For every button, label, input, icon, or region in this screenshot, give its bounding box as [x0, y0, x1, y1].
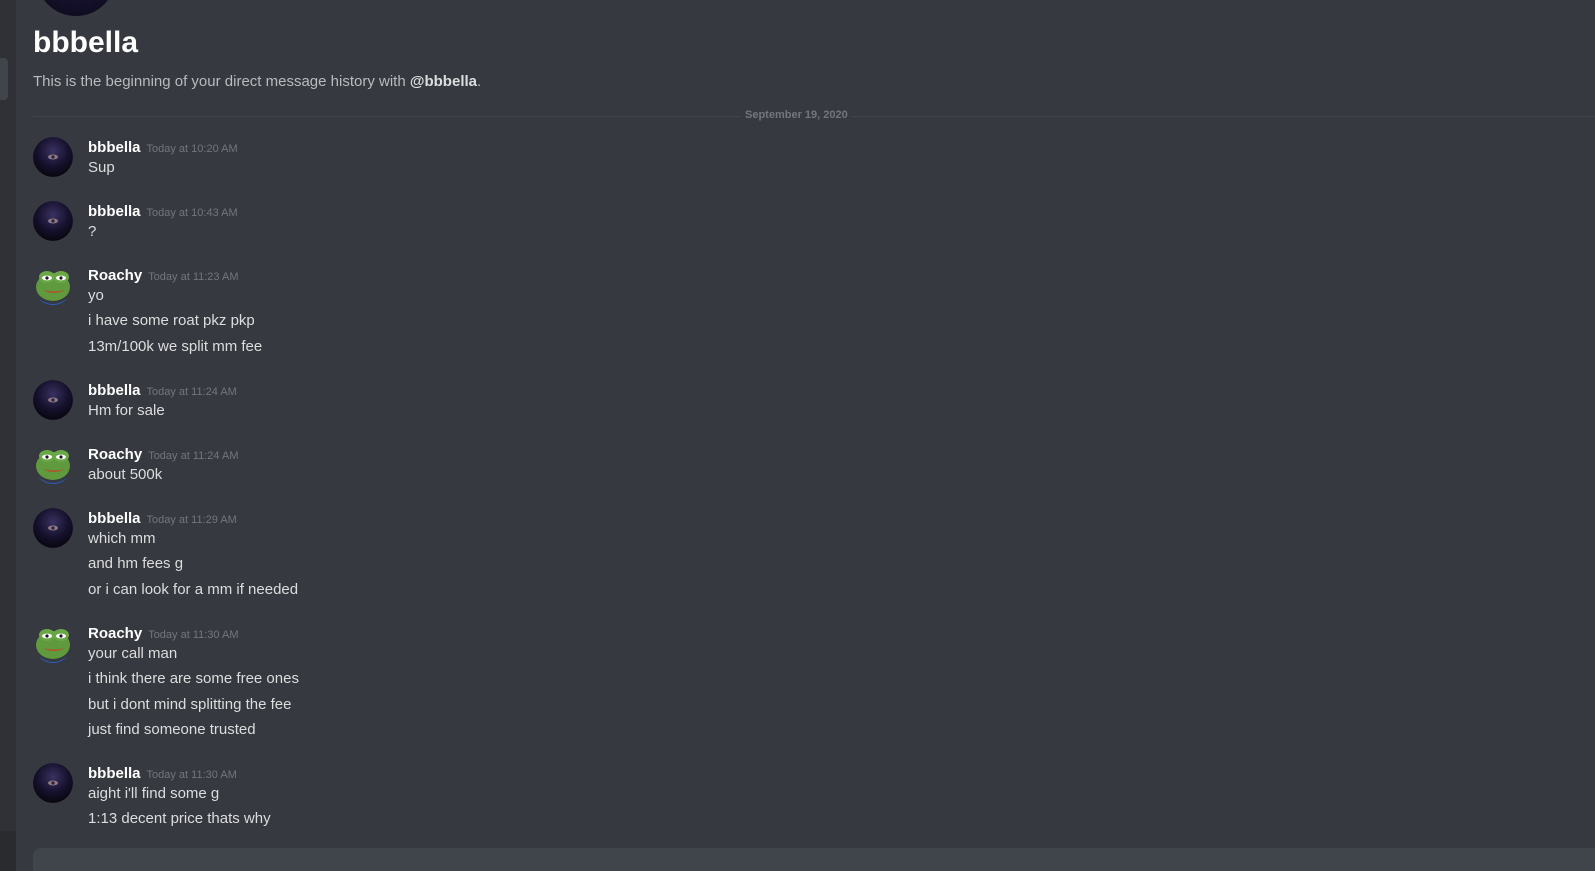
dm-header-avatar — [36, 0, 116, 16]
dark-orb-avatar[interactable] — [33, 137, 73, 177]
username[interactable]: bbbella — [88, 510, 141, 527]
dark-orb-avatar[interactable] — [33, 508, 73, 548]
timestamp: Today at 11:23 AM — [148, 271, 239, 283]
frog-avatar[interactable] — [33, 444, 73, 484]
message-text: 13m/100k we split mm fee — [88, 338, 263, 355]
message-text: just find someone trusted — [88, 721, 256, 738]
timestamp: Today at 11:24 AM — [148, 450, 239, 462]
dm-intro-text: This is the beginning of your direct mes… — [33, 73, 481, 90]
message-text: and hm fees g — [88, 555, 184, 572]
timestamp: Today at 10:43 AM — [146, 207, 238, 219]
message-text: aight i'll find some g — [88, 785, 220, 802]
message-header: bbbella Today at 11:29 AM — [88, 508, 237, 528]
message-text: 1:13 decent price thats why — [88, 810, 271, 827]
message-header: Roachy Today at 11:24 AM — [88, 444, 239, 464]
username[interactable]: Roachy — [88, 625, 142, 642]
username[interactable]: bbbella — [88, 139, 141, 156]
message-text: i think there are some free ones — [88, 670, 299, 687]
username[interactable]: Roachy — [88, 267, 142, 284]
message-header: bbbella Today at 10:43 AM — [88, 201, 238, 221]
dark-orb-avatar[interactable] — [33, 763, 73, 803]
message-header: bbbella Today at 11:24 AM — [88, 380, 237, 400]
timestamp: Today at 11:30 AM — [148, 629, 239, 641]
message-header: bbbella Today at 10:20 AM — [88, 137, 238, 157]
message-text: yo — [88, 287, 104, 304]
message-text: which mm — [88, 530, 156, 547]
dm-title: bbbella — [33, 26, 139, 59]
message-text: your call man — [88, 645, 178, 662]
intro-prefix: This is the beginning of your direct mes… — [33, 73, 410, 90]
message-text: or i can look for a mm if needed — [88, 581, 299, 598]
sidebar-bottom-panel — [0, 831, 16, 871]
intro-mention[interactable]: @bbbella — [410, 73, 477, 90]
dark-orb-avatar[interactable] — [33, 380, 73, 420]
server-sidebar-edge — [0, 0, 16, 871]
message-text: Sup — [88, 159, 115, 176]
message-list[interactable]: bbbella This is the beginning of your di… — [16, 0, 1595, 871]
timestamp: Today at 11:29 AM — [146, 514, 237, 526]
username[interactable]: bbbella — [88, 382, 141, 399]
username[interactable]: Roachy — [88, 446, 142, 463]
message-text: i have some roat pkz pkp — [88, 312, 255, 329]
frog-avatar[interactable] — [33, 265, 73, 305]
frog-avatar[interactable] — [33, 623, 73, 663]
date-divider-label: September 19, 2020 — [741, 109, 852, 121]
intro-suffix: . — [477, 73, 482, 90]
message-text: about 500k — [88, 466, 163, 483]
timestamp: Today at 11:24 AM — [146, 386, 237, 398]
message-input[interactable] — [33, 848, 1595, 871]
timestamp: Today at 11:30 AM — [146, 769, 237, 781]
message-text: Hm for sale — [88, 402, 165, 419]
username[interactable]: bbbella — [88, 765, 141, 782]
sidebar-selected-indicator — [0, 58, 8, 100]
message-header: Roachy Today at 11:23 AM — [88, 265, 239, 285]
dark-orb-avatar[interactable] — [33, 201, 73, 241]
message-header: Roachy Today at 11:30 AM — [88, 623, 239, 643]
message-header: bbbella Today at 11:30 AM — [88, 763, 237, 783]
username[interactable]: bbbella — [88, 203, 141, 220]
message-text: but i dont mind splitting the fee — [88, 696, 292, 713]
message-text: ? — [88, 223, 97, 240]
timestamp: Today at 10:20 AM — [146, 143, 238, 155]
